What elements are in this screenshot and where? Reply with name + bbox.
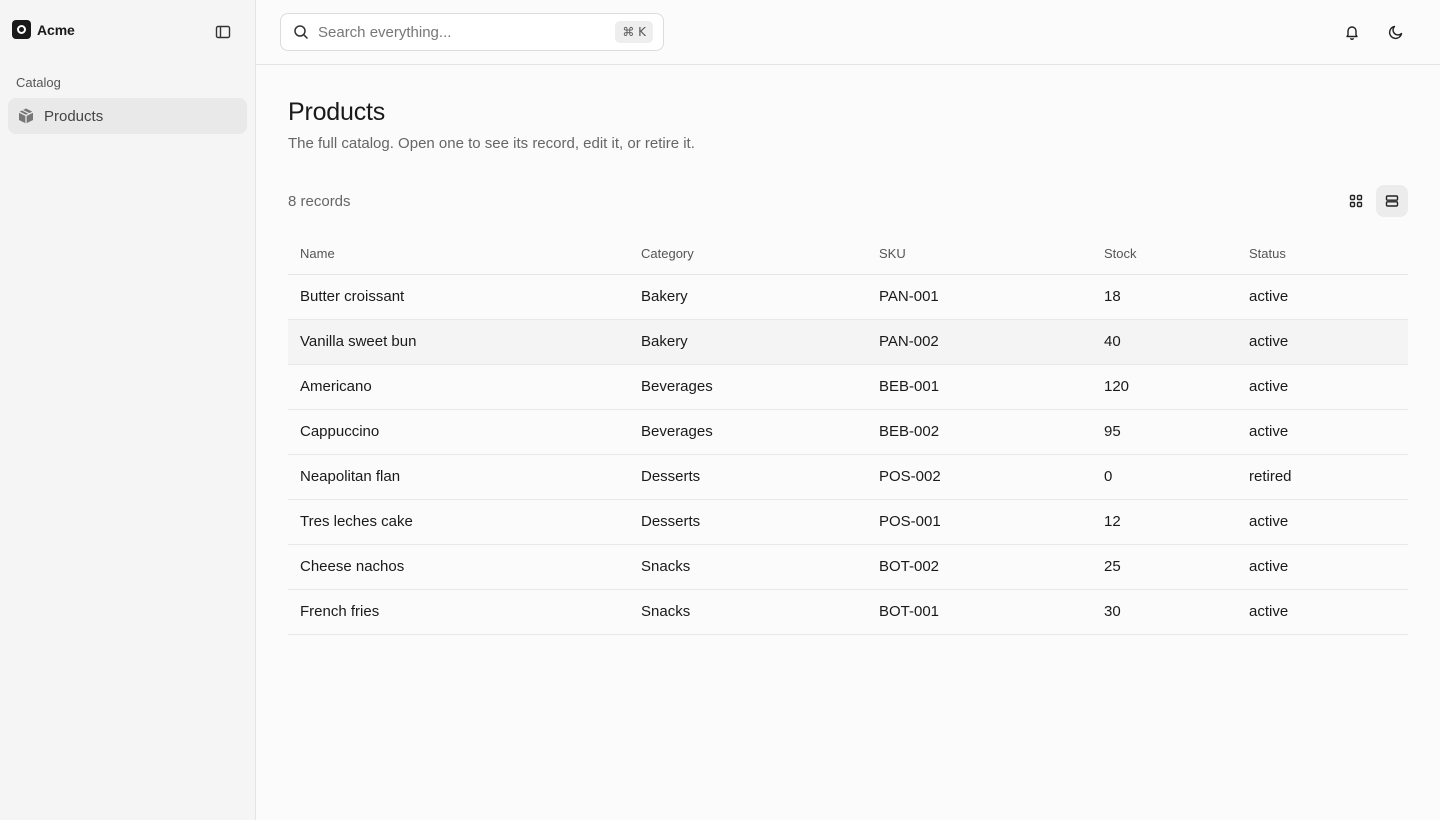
sidebar-toggle-button[interactable]	[211, 20, 235, 44]
cell-status: active	[1237, 319, 1408, 365]
list-view-button[interactable]	[1376, 185, 1408, 217]
table-row[interactable]: Cappuccino Beverages BEB-002 95 active	[288, 409, 1408, 455]
cell-stock: 0	[1092, 454, 1237, 500]
cell-sku: POS-001	[867, 499, 1092, 545]
cell-category: Snacks	[629, 589, 867, 635]
brand[interactable]: Acme	[12, 20, 75, 39]
cell-status: active	[1237, 409, 1408, 455]
search-shortcut-badge: ⌘ K	[615, 21, 653, 43]
cell-category: Bakery	[629, 319, 867, 365]
topbar: ⌘ K	[256, 0, 1440, 65]
cell-status: active	[1237, 274, 1408, 320]
cell-name: Neapolitan flan	[288, 454, 629, 500]
cell-category: Beverages	[629, 364, 867, 410]
cell-status: active	[1237, 544, 1408, 590]
moon-icon	[1388, 25, 1403, 40]
sidebar-item-products[interactable]: Products	[8, 98, 247, 134]
cell-status: active	[1237, 499, 1408, 545]
cell-name: Cappuccino	[288, 409, 629, 455]
bell-icon	[1346, 26, 1358, 40]
rows-icon	[1385, 195, 1399, 207]
cell-category: Bakery	[629, 274, 867, 320]
products-table: Name Category SKU Stock Status Butter cr…	[288, 233, 1408, 635]
cell-stock: 95	[1092, 409, 1237, 455]
page-subtitle: The full catalog. Open one to see its re…	[288, 135, 695, 152]
cell-sku: BEB-002	[867, 409, 1092, 455]
cell-sku: PAN-002	[867, 319, 1092, 365]
column-header-status[interactable]: Status	[1237, 233, 1408, 275]
table-header-row: Name Category SKU Stock Status	[288, 233, 1408, 275]
cell-category: Desserts	[629, 499, 867, 545]
cell-sku: BOT-001	[867, 589, 1092, 635]
acme-logo-icon	[12, 20, 31, 39]
grid-icon	[1349, 194, 1363, 208]
table-row[interactable]: Americano Beverages BEB-001 120 active	[288, 364, 1408, 410]
cell-name: Butter croissant	[288, 274, 629, 320]
box-icon	[18, 108, 34, 124]
sidebar-section-catalog: Catalog	[16, 75, 61, 90]
column-header-category[interactable]: Category	[629, 233, 867, 275]
cell-sku: POS-002	[867, 454, 1092, 500]
cell-name: Cheese nachos	[288, 544, 629, 590]
cell-stock: 120	[1092, 364, 1237, 410]
cell-name: Americano	[288, 364, 629, 410]
cell-sku: PAN-001	[867, 274, 1092, 320]
table-row[interactable]: Tres leches cake Desserts POS-001 12 act…	[288, 499, 1408, 545]
search-input[interactable]	[318, 23, 607, 41]
sidebar: Acme Catalog Products	[0, 0, 256, 820]
cell-status: active	[1237, 364, 1408, 410]
cell-name: French fries	[288, 589, 629, 635]
column-header-name[interactable]: Name	[288, 233, 629, 275]
cell-status: retired	[1237, 454, 1408, 500]
column-header-stock[interactable]: Stock	[1092, 233, 1237, 275]
theme-toggle-button[interactable]	[1384, 20, 1408, 44]
cell-sku: BEB-001	[867, 364, 1092, 410]
table-row[interactable]: Butter croissant Bakery PAN-001 18 activ…	[288, 274, 1408, 320]
cell-category: Desserts	[629, 454, 867, 500]
table-row[interactable]: Neapolitan flan Desserts POS-002 0 retir…	[288, 454, 1408, 500]
cell-category: Beverages	[629, 409, 867, 455]
main-area: ⌘ K Products The full catalog. Open one …	[256, 0, 1440, 820]
table-row[interactable]: French fries Snacks BOT-001 30 active	[288, 589, 1408, 635]
record-count: 8 records	[288, 193, 351, 210]
table-row[interactable]: Vanilla sweet bun Bakery PAN-002 40 acti…	[288, 319, 1408, 365]
cell-stock: 18	[1092, 274, 1237, 320]
cell-name: Vanilla sweet bun	[288, 319, 629, 365]
column-header-sku[interactable]: SKU	[867, 233, 1092, 275]
search-icon	[294, 25, 309, 40]
brand-name: Acme	[37, 21, 75, 38]
cell-sku: BOT-002	[867, 544, 1092, 590]
table-row[interactable]: Cheese nachos Snacks BOT-002 25 active	[288, 544, 1408, 590]
sidebar-panel-icon	[215, 25, 231, 39]
page-title: Products	[288, 98, 386, 126]
cell-stock: 25	[1092, 544, 1237, 590]
view-toggle	[1340, 185, 1408, 217]
cell-category: Snacks	[629, 544, 867, 590]
sidebar-item-label: Products	[44, 107, 104, 125]
cell-stock: 12	[1092, 499, 1237, 545]
cell-name: Tres leches cake	[288, 499, 629, 545]
grid-view-button[interactable]	[1340, 185, 1372, 217]
search-box[interactable]: ⌘ K	[280, 13, 664, 51]
notifications-button[interactable]	[1340, 20, 1364, 44]
cell-stock: 40	[1092, 319, 1237, 365]
cell-stock: 30	[1092, 589, 1237, 635]
cell-status: active	[1237, 589, 1408, 635]
